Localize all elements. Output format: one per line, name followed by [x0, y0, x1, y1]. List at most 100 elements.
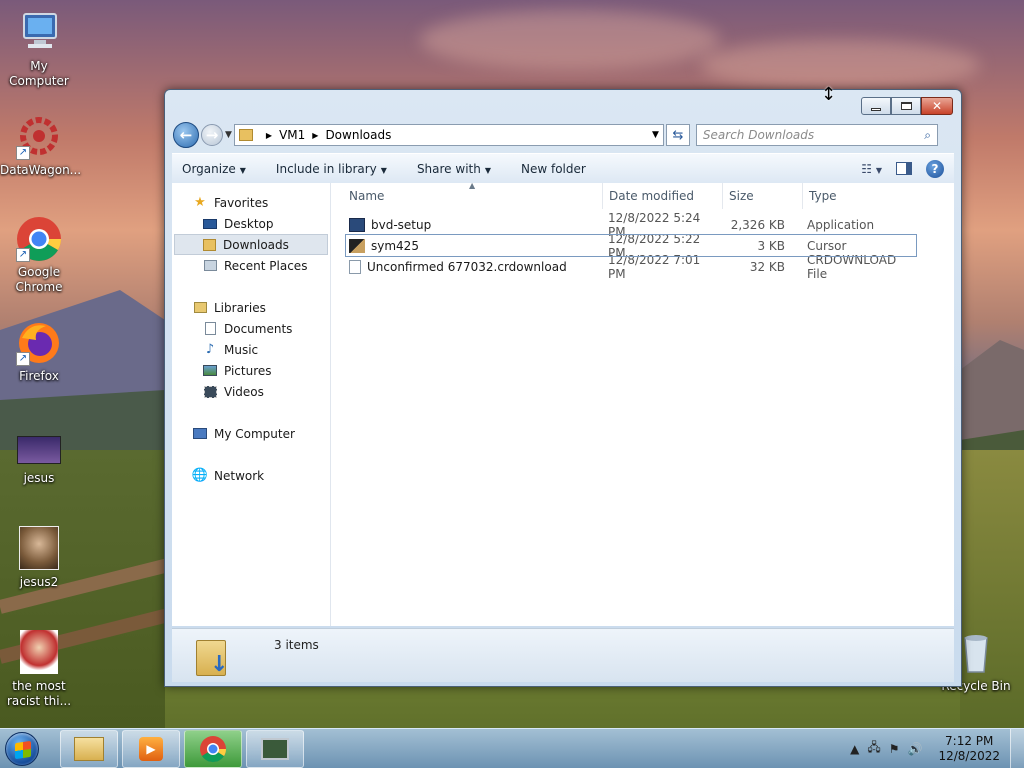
nav-libraries[interactable]: Libraries: [172, 297, 330, 318]
column-headers: Name Date modified Size Type: [331, 182, 954, 209]
show-hidden-icons-button[interactable]: ▲: [850, 742, 859, 756]
nav-downloads[interactable]: Downloads: [174, 234, 328, 255]
address-row: ← → ▼ ▶ VM1 ▶ Downloads ▼ ⇆ Search Downl…: [173, 121, 953, 149]
file-size: 2,326 KB: [730, 217, 785, 232]
column-date-modified[interactable]: Date modified: [603, 182, 723, 209]
nav-music[interactable]: ♪ Music: [172, 339, 330, 360]
help-button[interactable]: ?: [926, 159, 944, 178]
share-with-menu[interactable]: Share with ▼: [417, 162, 491, 176]
refresh-icon: ⇆: [672, 127, 684, 143]
volume-icon[interactable]: 🔊: [908, 742, 923, 756]
file-row[interactable]: Unconfirmed 677032.crdownload 12/8/2022 …: [331, 253, 954, 281]
details-pane: ↓ 3 items: [172, 628, 954, 682]
network-icon: 🌐: [191, 468, 209, 483]
windows-logo-icon: [5, 731, 39, 766]
preview-pane-button[interactable]: [896, 162, 912, 175]
nav-desktop[interactable]: Desktop: [172, 213, 330, 234]
recent-pages-dropdown[interactable]: ▼: [225, 130, 232, 140]
taskbar: ▶ ▲ 🖧 ⚑ 🔊 7:12 PM 12/8/2022: [0, 728, 1024, 768]
column-type[interactable]: Type: [803, 183, 923, 209]
shortcut-arrow-icon: ↗: [16, 248, 30, 262]
image-thumbnail-icon: [16, 436, 62, 468]
breadcrumb-arrow-icon[interactable]: ▶: [312, 131, 318, 140]
restore-icon: [900, 102, 912, 110]
videos-icon: [202, 385, 218, 399]
file-list: ▲ Name Date modified Size Type bvd-setup…: [331, 181, 954, 626]
resize-cursor-icon: ↕: [821, 84, 837, 105]
desktop-icon-racist[interactable]: the most racist thi...: [0, 630, 78, 709]
action-center-flag-icon[interactable]: ⚑: [889, 742, 900, 756]
nav-documents[interactable]: Documents: [172, 318, 330, 339]
clock-date: 12/8/2022: [938, 748, 1000, 763]
organize-menu[interactable]: Organize ▼: [182, 162, 246, 176]
taskbar-explorer[interactable]: [60, 729, 118, 768]
taskbar-media-player[interactable]: ▶: [122, 729, 180, 768]
help-icon: ?: [931, 161, 939, 176]
close-icon: ✕: [931, 99, 943, 113]
breadcrumb-vm1[interactable]: VM1: [279, 128, 305, 142]
include-in-library-menu[interactable]: Include in library ▼: [276, 162, 387, 176]
file-type: CRDOWNLOAD File: [807, 252, 897, 281]
nav-videos[interactable]: Videos: [172, 381, 330, 402]
desktop-icon-chrome[interactable]: ↗ Google Chrome: [0, 216, 78, 295]
nav-favorites[interactable]: ★ Favorites: [172, 192, 330, 213]
refresh-button[interactable]: ⇆: [665, 124, 690, 146]
monitor-icon: [261, 737, 289, 760]
file-date: 12/8/2022 7:01 PM: [608, 252, 701, 281]
file-name: bvd-setup: [371, 217, 432, 232]
taskbar-chrome[interactable]: [184, 729, 242, 768]
column-name[interactable]: Name: [331, 182, 603, 209]
desktop-icon-label: the most racist thi...: [6, 679, 72, 708]
file-type: Application: [807, 217, 875, 232]
start-button[interactable]: [0, 729, 44, 768]
desktop-icon-label: jesus2: [19, 575, 59, 589]
back-button[interactable]: ←: [173, 122, 199, 148]
image-thumbnail-icon: [16, 630, 62, 676]
desktop-icon-firefox[interactable]: ↗ Firefox: [0, 320, 78, 384]
documents-icon: [202, 322, 218, 336]
media-player-icon: ▶: [139, 736, 163, 761]
application-icon: [349, 217, 365, 232]
taskbar-network-tool[interactable]: [246, 729, 304, 768]
restore-button[interactable]: [891, 97, 921, 115]
nav-recent-places[interactable]: Recent Places: [172, 255, 330, 276]
blank-file-icon: [349, 259, 361, 274]
search-input[interactable]: Search Downloads ⌕: [695, 124, 938, 146]
chevron-down-icon: ▼: [380, 165, 387, 175]
network-tray-icon[interactable]: 🖧: [867, 738, 880, 759]
desktop-icon-my-computer[interactable]: My Computer: [0, 10, 78, 89]
star-icon: ★: [194, 195, 206, 210]
show-desktop-button[interactable]: [1010, 728, 1024, 768]
chevron-down-icon: ▼: [875, 165, 882, 175]
desktop-icon-jesus2[interactable]: jesus2: [0, 526, 78, 590]
firefox-icon: ↗: [16, 320, 62, 366]
nav-network[interactable]: 🌐 Network: [172, 465, 330, 486]
view-options-button[interactable]: ☷ ▼: [861, 162, 882, 176]
explorer-window: ✕ ← → ▼ ▶ VM1 ▶ Downloads ▼ ⇆ Search Dow…: [164, 89, 962, 687]
desktop-icon-label: jesus: [23, 471, 55, 485]
desktop-icon-jesus[interactable]: jesus: [0, 436, 78, 486]
desktop-icon-datawagon[interactable]: ↗ DataWagon...: [0, 114, 81, 178]
chevron-down-icon: ▼: [484, 165, 491, 175]
address-dropdown-icon[interactable]: ▼: [652, 130, 659, 140]
desktop-icon-label: My Computer: [9, 59, 69, 88]
nav-pictures[interactable]: Pictures: [172, 360, 330, 381]
nav-my-computer[interactable]: My Computer: [172, 423, 330, 444]
datawagon-icon: ↗: [16, 114, 62, 160]
forward-arrow-icon: →: [205, 126, 219, 144]
shortcut-arrow-icon: ↗: [16, 352, 30, 366]
close-button[interactable]: ✕: [921, 97, 953, 115]
address-bar[interactable]: ▶ VM1 ▶ Downloads ▼: [233, 124, 664, 146]
sort-indicator-icon: ▲: [469, 181, 476, 190]
breadcrumb-downloads[interactable]: Downloads: [325, 128, 391, 142]
clock[interactable]: 7:12 PM 12/8/2022: [938, 734, 1000, 764]
desktop-icon: [202, 217, 218, 231]
breadcrumb-arrow-icon[interactable]: ▶: [266, 131, 272, 140]
minimize-button[interactable]: [861, 97, 891, 115]
chrome-icon: ↗: [16, 216, 62, 262]
new-folder-button[interactable]: New folder: [521, 162, 586, 176]
column-size[interactable]: Size: [723, 182, 803, 209]
clock-time: 7:12 PM: [945, 733, 994, 748]
file-name: sym425: [371, 238, 419, 253]
forward-button[interactable]: →: [201, 124, 223, 146]
